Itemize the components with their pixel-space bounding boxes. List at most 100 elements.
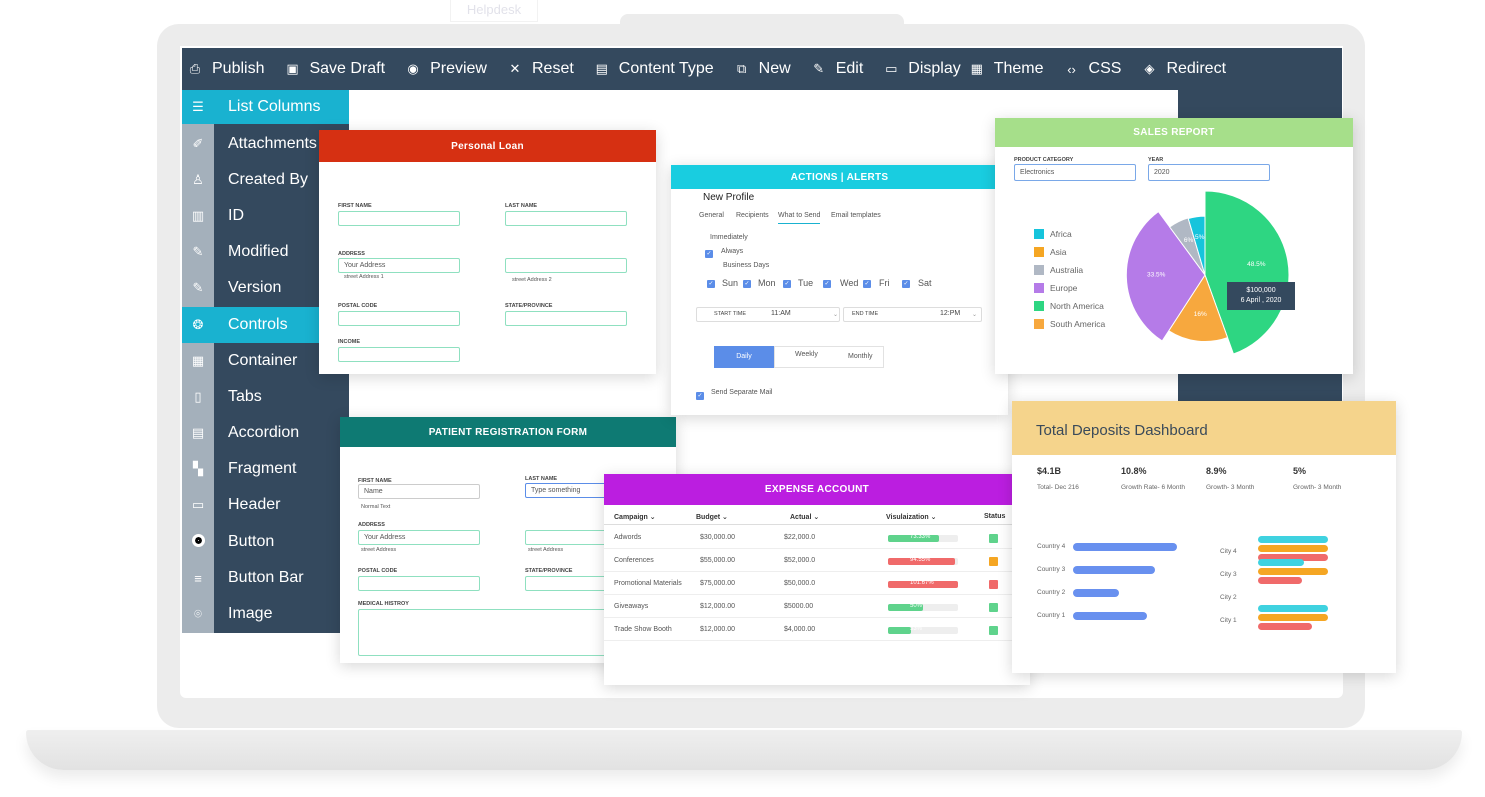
sidebar-item-tabs[interactable]: ▯ Tabs bbox=[182, 379, 349, 415]
tab-what-to-send[interactable]: What to Send bbox=[778, 212, 821, 224]
reset-button[interactable]: ✕ Reset bbox=[508, 60, 574, 78]
loan-last-name-input[interactable] bbox=[505, 211, 627, 226]
budget-cell: $30,000.00 bbox=[700, 534, 736, 541]
css-button[interactable]: ‹› CSS bbox=[1065, 60, 1121, 78]
immediately-label: Immediately bbox=[710, 234, 748, 241]
monthly-button[interactable]: Monthly bbox=[848, 353, 873, 360]
close-icon: ✕ bbox=[509, 61, 521, 76]
save-icon: ▣ bbox=[286, 61, 299, 76]
stat-label: Growth Rate- 6 Month bbox=[1121, 484, 1185, 491]
layout-icon: ▦ bbox=[970, 61, 983, 76]
id-card-icon: ▥ bbox=[191, 208, 205, 223]
send-mail-checkbox[interactable]: ✓ bbox=[696, 392, 704, 400]
weekly-button[interactable]: Weekly bbox=[795, 351, 818, 358]
pie-tooltip: $100,000 6 April , 2020 bbox=[1227, 282, 1295, 310]
col-visualization[interactable]: Visulaization ⌄ bbox=[886, 513, 936, 521]
palette-icon: ❂ bbox=[192, 317, 204, 332]
new-button[interactable]: ⧉ New bbox=[735, 60, 791, 78]
year-select[interactable]: 2020 bbox=[1148, 164, 1270, 181]
mon-label: Mon bbox=[758, 278, 776, 288]
grid-icon: ▦ bbox=[191, 353, 205, 368]
sidebar-item-accordion[interactable]: ▤ Accordion bbox=[182, 415, 349, 451]
loan-income-input[interactable] bbox=[338, 347, 460, 362]
pie-slice-label: 6% bbox=[1184, 237, 1194, 244]
sidebar-item-button[interactable]: Button bbox=[182, 524, 349, 560]
stat-label: Growth- 3 Month bbox=[1293, 484, 1342, 491]
new-profile-heading: New Profile bbox=[703, 192, 755, 203]
wed-checkbox[interactable]: ✓ bbox=[823, 280, 831, 288]
patient-history-label: MEDICAL HISTROY bbox=[358, 601, 409, 607]
progress-percent: 33% bbox=[910, 626, 923, 632]
tab-general[interactable]: General bbox=[699, 212, 724, 219]
city-label: City 2 bbox=[1220, 594, 1237, 601]
pie-slice-label: 5% bbox=[1195, 234, 1205, 241]
preview-button[interactable]: ◉ Preview bbox=[406, 60, 487, 78]
chevron-down-icon: ⌄ bbox=[972, 312, 978, 318]
country-label: Country 4 bbox=[1037, 543, 1066, 550]
country-label: Country 2 bbox=[1037, 589, 1066, 596]
city-bar bbox=[1258, 605, 1328, 612]
always-checkbox[interactable]: ✓ bbox=[705, 250, 713, 258]
sun-label: Sun bbox=[722, 278, 739, 288]
theme-button[interactable]: ▦ Theme bbox=[970, 60, 1044, 78]
loan-address2-input[interactable] bbox=[505, 258, 627, 273]
radio-button-icon bbox=[182, 534, 214, 550]
patient-registration-title: PATIENT REGISTRATION FORM bbox=[340, 417, 676, 447]
save-draft-button[interactable]: ▣ Save Draft bbox=[285, 60, 385, 78]
fri-checkbox[interactable]: ✓ bbox=[863, 280, 871, 288]
edit-button[interactable]: ✎ Edit bbox=[812, 60, 863, 78]
sat-checkbox[interactable]: ✓ bbox=[902, 280, 910, 288]
table-row: Promotional Materials $75,000.00 $50,000.0… bbox=[604, 572, 1030, 595]
patient-first-name-input[interactable]: Name bbox=[358, 484, 480, 499]
sidebar-item-fragment[interactable]: ▚ Fragment bbox=[182, 451, 349, 487]
status-indicator bbox=[989, 534, 998, 543]
col-budget[interactable]: Budget ⌄ bbox=[696, 513, 728, 521]
city-bar bbox=[1258, 623, 1312, 630]
col-status[interactable]: Status bbox=[984, 513, 1005, 520]
city-bar bbox=[1258, 577, 1302, 584]
chevron-down-icon: ⌄ bbox=[833, 312, 839, 318]
end-time-value: 12:PM bbox=[940, 310, 961, 317]
sidebar-item-image[interactable]: ⌾ Image bbox=[182, 596, 349, 632]
daily-button[interactable]: Daily bbox=[714, 346, 774, 368]
progress-percent: 50% bbox=[910, 603, 923, 609]
patient-postal-label: POSTAL CODE bbox=[358, 568, 398, 574]
city-label: City 1 bbox=[1220, 617, 1237, 624]
tab-recipients[interactable]: Recipients bbox=[736, 212, 769, 219]
sidebar-item-header[interactable]: ▭ Header bbox=[182, 487, 349, 523]
loan-last-name-label: LAST NAME bbox=[505, 203, 538, 209]
send-mail-label: Send Separate Mail bbox=[711, 389, 773, 396]
redirect-button[interactable]: ◈ Redirect bbox=[1142, 60, 1226, 78]
fragment-icon: ▚ bbox=[193, 461, 203, 476]
loan-address1-input[interactable]: Your Address bbox=[338, 258, 460, 273]
sun-checkbox[interactable]: ✓ bbox=[707, 280, 715, 288]
mon-checkbox[interactable]: ✓ bbox=[743, 280, 751, 288]
budget-cell: $12,000.00 bbox=[700, 626, 736, 633]
edit-icon: ✎ bbox=[813, 61, 825, 76]
patient-street-hint: street Address bbox=[361, 547, 397, 553]
loan-postal-input[interactable] bbox=[338, 311, 460, 326]
start-time-field[interactable]: START TIME 11:AM ⌄ bbox=[696, 307, 840, 322]
content-type-button[interactable]: ▤ Content Type bbox=[595, 60, 714, 78]
tue-checkbox[interactable]: ✓ bbox=[783, 280, 791, 288]
camera-icon: ⌾ bbox=[194, 606, 202, 621]
tab-email-templates[interactable]: Email templates bbox=[831, 212, 881, 219]
col-actual[interactable]: Actual ⌄ bbox=[790, 513, 819, 521]
loan-state-input[interactable] bbox=[505, 311, 627, 326]
display-button[interactable]: ▭ Display bbox=[884, 60, 961, 78]
city-bar bbox=[1258, 559, 1304, 566]
loan-first-name-input[interactable] bbox=[338, 211, 460, 226]
col-campaign[interactable]: Campaign ⌄ bbox=[614, 513, 656, 521]
personal-loan-title: Personal Loan bbox=[319, 130, 656, 162]
patient-history-textarea[interactable] bbox=[358, 609, 618, 656]
patient-address-input[interactable]: Your Address bbox=[358, 530, 480, 545]
end-time-field[interactable]: END TIME 12:PM ⌄ bbox=[843, 307, 982, 322]
product-category-select[interactable]: Electronics bbox=[1014, 164, 1136, 181]
sidebar-item-button-bar[interactable]: ≡ Button Bar bbox=[182, 560, 349, 596]
legend-africa: Africa bbox=[1034, 229, 1072, 239]
stat-label: Total- Dec 216 bbox=[1037, 484, 1079, 491]
publish-button[interactable]: ⎙ Publish bbox=[188, 60, 265, 78]
sidebar-item-list-columns[interactable]: ☰ List Columns bbox=[182, 90, 349, 124]
wed-label: Wed bbox=[840, 278, 859, 288]
patient-postal-input[interactable] bbox=[358, 576, 480, 591]
